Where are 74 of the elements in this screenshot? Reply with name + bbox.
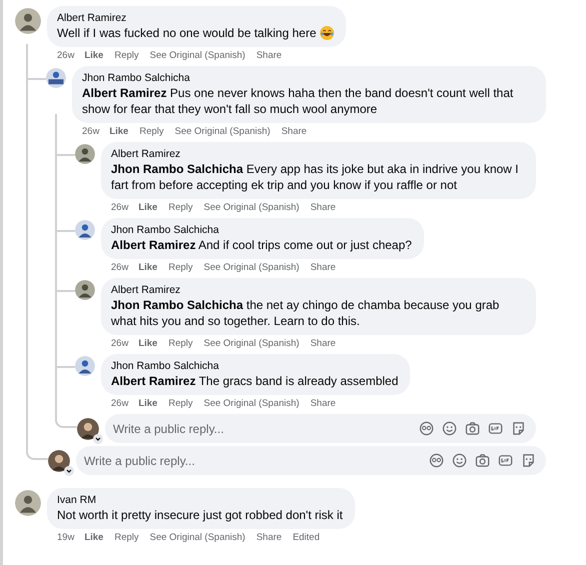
action-link[interactable]: Like — [138, 338, 158, 350]
comment-text: Albert Ramirez The gracs band is already assembled — [111, 373, 398, 389]
action-link[interactable]: Like — [138, 262, 158, 274]
action-link[interactable]: Reply — [168, 202, 193, 214]
avatar[interactable] — [15, 490, 41, 516]
reply-field[interactable]: Write a public reply... — [105, 414, 536, 443]
avatar[interactable] — [75, 144, 95, 164]
action-link[interactable]: Reply — [168, 398, 193, 410]
avatar-sticker-icon[interactable] — [429, 453, 444, 468]
avatar-sticker-icon[interactable] — [419, 421, 434, 436]
avatar[interactable] — [75, 280, 95, 300]
action-link[interactable]: Share — [310, 398, 336, 410]
action-link[interactable]: See Original (Spanish) — [150, 50, 246, 62]
avatar[interactable] — [77, 418, 99, 440]
author-name[interactable]: Jhon Rambo Salchicha — [82, 71, 534, 85]
action-link[interactable]: Share — [310, 202, 336, 214]
avatar[interactable] — [48, 450, 70, 472]
gif-icon[interactable] — [498, 453, 513, 468]
action-link[interactable]: Like — [84, 532, 104, 544]
action-link[interactable]: Edited — [292, 532, 320, 544]
chevron-down-icon[interactable] — [64, 466, 74, 476]
action-link[interactable]: Like — [138, 202, 158, 214]
comment-text: Jhon Rambo Salchicha Every app has its joke but aka in indrive you know I fart from before accepting ek trip and you know if you raffle or not — [111, 161, 520, 193]
action-link[interactable]: Reply — [168, 262, 193, 274]
comment-text: Not worth it pretty insecure just got robbed don't risk it — [57, 507, 343, 523]
camera-icon[interactable] — [475, 453, 490, 468]
timestamp[interactable]: 26w — [82, 126, 100, 138]
avatar[interactable] — [15, 8, 41, 34]
avatar[interactable] — [46, 68, 66, 88]
action-link[interactable]: See Original (Spanish) — [204, 338, 300, 350]
action-link[interactable]: Reply — [114, 50, 139, 62]
emoji-icon[interactable] — [452, 453, 467, 468]
laughing-emoji-icon — [320, 26, 334, 40]
reply-field[interactable]: Write a public reply... — [76, 446, 546, 475]
emoji-icon[interactable] — [442, 421, 457, 436]
camera-icon[interactable] — [465, 421, 480, 436]
action-link[interactable]: Reply — [114, 532, 139, 544]
timestamp[interactable]: 26w — [111, 338, 128, 350]
action-link[interactable]: See Original (Spanish) — [174, 126, 270, 138]
timestamp[interactable]: 26w — [57, 50, 74, 62]
timestamp[interactable]: 26w — [111, 202, 128, 214]
action-link[interactable]: Like — [138, 398, 158, 410]
action-link[interactable]: Like — [109, 126, 128, 138]
action-link[interactable]: Share — [256, 532, 282, 544]
author-name[interactable]: Jhon Rambo Salchicha — [111, 223, 412, 237]
chevron-down-icon[interactable] — [93, 434, 103, 444]
avatar[interactable] — [75, 220, 95, 240]
avatar[interactable] — [75, 356, 95, 376]
author-name[interactable]: Albert Ramirez — [57, 11, 334, 25]
action-link[interactable]: Share — [310, 338, 336, 350]
action-link[interactable]: Reply — [139, 126, 164, 138]
action-link[interactable]: See Original (Spanish) — [204, 262, 300, 274]
action-link[interactable]: Like — [84, 50, 104, 62]
comment-text: Albert Ramirez And if cool trips come out or just cheap? — [111, 237, 412, 253]
author-name[interactable]: Albert Ramirez — [111, 147, 524, 161]
timestamp[interactable]: 19w — [57, 532, 74, 544]
comment-text: Albert Ramirez Pus one never knows haha then the band doesn't count well that show for fear that they won't fall so much wool anymore — [82, 85, 514, 117]
action-link[interactable]: See Original (Spanish) — [204, 398, 300, 410]
timestamp[interactable]: 26w — [111, 398, 128, 410]
author-name[interactable]: Albert Ramirez — [111, 283, 524, 297]
author-name[interactable]: Jhon Rambo Salchicha — [111, 359, 398, 373]
comment-text: Jhon Rambo Salchicha the net ay chingo de chamba because you grab what hits you and so together. Learn to do this. — [111, 297, 500, 329]
action-link[interactable]: Share — [256, 50, 282, 62]
comment-text: Well if I was fucked no one would be talking here — [57, 25, 316, 41]
action-link[interactable]: Reply — [168, 338, 193, 350]
action-link[interactable]: See Original (Spanish) — [150, 532, 246, 544]
action-link[interactable]: Share — [281, 126, 307, 138]
action-link[interactable]: Share — [310, 262, 336, 274]
sticker-icon[interactable] — [511, 421, 526, 436]
timestamp[interactable]: 26w — [111, 262, 128, 274]
gif-icon[interactable] — [488, 421, 503, 436]
action-link[interactable]: See Original (Spanish) — [204, 202, 300, 214]
author-name[interactable]: Ivan RM — [57, 493, 343, 507]
sticker-icon[interactable] — [521, 453, 536, 468]
